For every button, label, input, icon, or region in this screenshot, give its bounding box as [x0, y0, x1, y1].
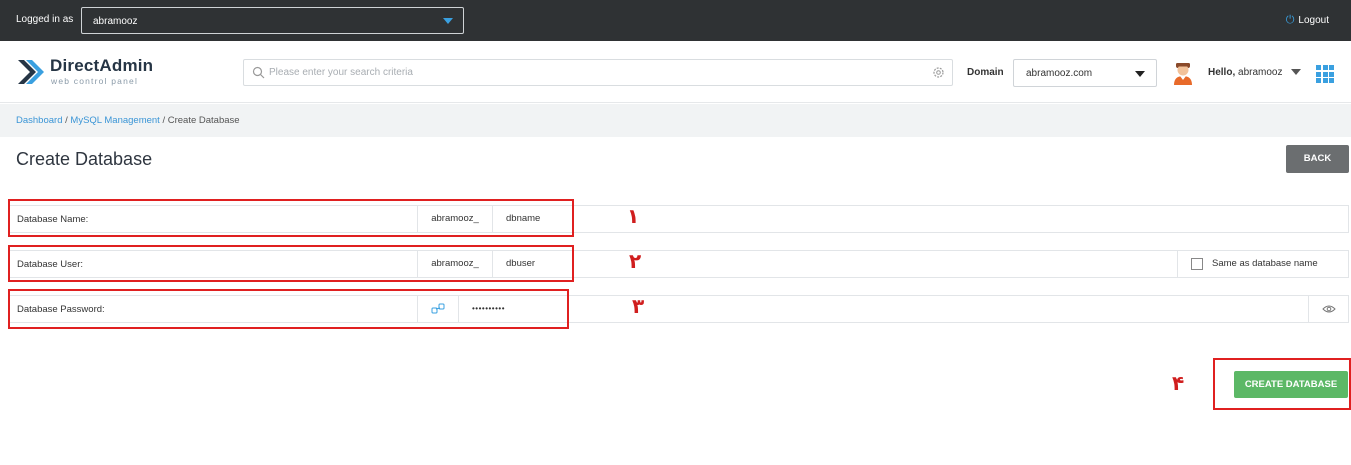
- power-icon: ⏻: [1285, 14, 1295, 26]
- breadcrumb: Dashboard / MySQL Management / Create Da…: [16, 115, 240, 126]
- grid-icon[interactable]: [1316, 65, 1334, 83]
- avatar[interactable]: [1172, 61, 1194, 85]
- annotation-number-1: ۱: [627, 204, 640, 228]
- user-greeting[interactable]: Hello, abramooz: [1208, 67, 1282, 78]
- page-title: Create Database: [16, 149, 153, 169]
- annotation-box-1: [8, 199, 574, 237]
- chevron-down-icon: [1135, 71, 1145, 77]
- show-password-button[interactable]: [1308, 296, 1348, 322]
- logout-label: Logout: [1298, 15, 1329, 26]
- back-button[interactable]: BACK: [1286, 145, 1349, 173]
- annotation-number-2: ۲: [629, 249, 642, 273]
- database-password-input[interactable]: ••••••••••: [459, 296, 1308, 322]
- hello-prefix: Hello,: [1208, 67, 1236, 78]
- database-user-input[interactable]: dbuser: [493, 251, 1177, 277]
- eye-icon: [1322, 305, 1336, 313]
- logged-in-label: Logged in as: [16, 14, 74, 25]
- annotation-box-2: [8, 245, 574, 282]
- search-input[interactable]: Please enter your search criteria: [269, 67, 413, 78]
- gear-icon[interactable]: [932, 66, 945, 79]
- logo-subtitle: web control panel: [51, 76, 139, 86]
- logo-icon: [18, 60, 44, 84]
- breadcrumb-bar: Dashboard / MySQL Management / Create Da…: [0, 104, 1351, 137]
- search-icon: [252, 66, 265, 79]
- same-as-db-name-checkbox[interactable]: [1191, 258, 1203, 270]
- chevron-down-icon[interactable]: [1291, 69, 1301, 75]
- breadcrumb-mysql-management[interactable]: MySQL Management: [70, 115, 159, 126]
- logo-title: DirectAdmin: [50, 56, 154, 75]
- user-select[interactable]: abramooz: [81, 7, 464, 34]
- annotation-box-4: [1213, 358, 1351, 410]
- database-name-input[interactable]: dbname: [493, 206, 1348, 232]
- domain-label: Domain: [967, 67, 1004, 78]
- breadcrumb-current: Create Database: [167, 115, 240, 126]
- search-bar[interactable]: Please enter your search criteria: [243, 59, 953, 86]
- logout-link[interactable]: ⏻ Logout: [1286, 14, 1329, 27]
- chevron-down-icon: [443, 18, 453, 24]
- user-select-value: abramooz: [93, 16, 138, 27]
- breadcrumb-separator: /: [159, 115, 168, 126]
- domain-select[interactable]: abramooz.com: [1013, 59, 1157, 87]
- annotation-number-3: ۳: [632, 294, 645, 318]
- same-as-db-name-label[interactable]: Same as database name: [1212, 258, 1318, 269]
- domain-select-value: abramooz.com: [1026, 68, 1093, 79]
- breadcrumb-dashboard[interactable]: Dashboard: [16, 115, 62, 126]
- logo[interactable]: DirectAdmin web control panel: [16, 55, 176, 91]
- annotation-number-4: ۴: [1172, 371, 1185, 395]
- header: DirectAdmin web control panel Please ent…: [0, 41, 1351, 103]
- same-as-db-name-option[interactable]: Same as database name: [1177, 251, 1348, 277]
- hello-user: abramooz: [1238, 67, 1283, 78]
- annotation-box-3: [8, 289, 569, 329]
- top-bar: Logged in as abramooz ⏻ Logout: [0, 0, 1351, 41]
